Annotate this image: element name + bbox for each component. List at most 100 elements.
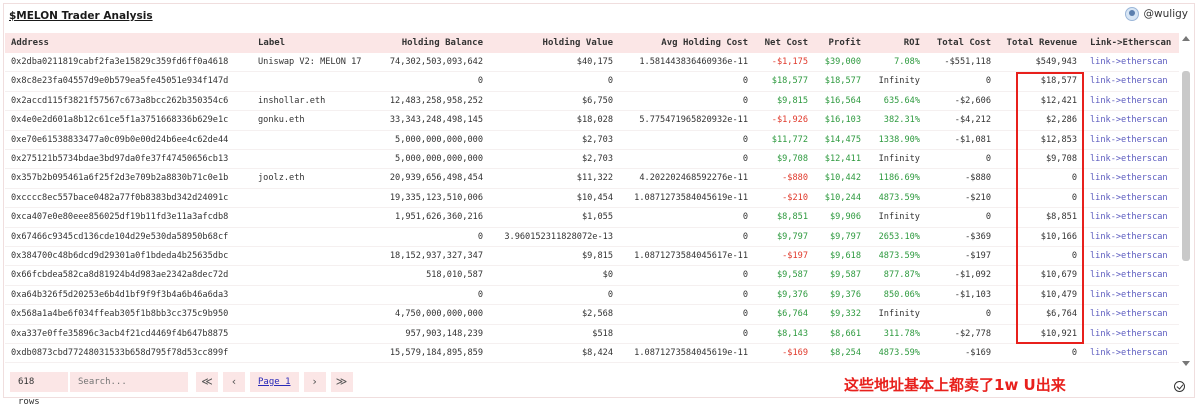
cell-net-cost: $9,797	[776, 231, 808, 242]
col-total-cost[interactable]: Total Cost	[920, 33, 991, 53]
cell-profit: $16,564	[824, 95, 861, 106]
cell-etherscan-link[interactable]: link->etherscan	[1090, 344, 1175, 363]
cell-avg-holding-cost: 0	[742, 328, 748, 339]
cell-net-cost: -$1,175	[771, 57, 808, 67]
cell-address: 0x2dba0211819cabf2fa3e15829c359fd6ff0a46…	[11, 57, 229, 67]
scroll-thumb[interactable]	[1182, 71, 1190, 261]
cell-total-cost: -$369	[965, 231, 991, 242]
cell-avg-holding-cost: 0	[742, 154, 748, 164]
table-footer: 618 rows ≪ ‹ Page 1 › ≫	[10, 372, 353, 407]
cell-net-cost: -$1,926	[771, 115, 808, 126]
cell-address: 0x67466c9345cd136cde104d29e530da58950b68…	[11, 231, 229, 242]
cell-net-cost: $9,815	[776, 95, 808, 106]
cell-label	[258, 325, 358, 344]
cell-roi: 635.64%	[883, 95, 920, 106]
cell-holding-balance: 0	[477, 289, 483, 300]
cell-address: 0xa64b326f5d20253e6b4d1bf9f9f3b4a6b46a6d…	[11, 289, 229, 300]
col-label[interactable]: Label	[258, 33, 285, 53]
col-avg-holding-cost[interactable]: Avg Holding Cost	[615, 33, 748, 53]
cell-roi: 382.31%	[883, 115, 920, 126]
scroll-up-icon[interactable]	[1182, 36, 1190, 41]
cell-etherscan-link[interactable]: link->etherscan	[1090, 169, 1175, 188]
cell-net-cost: -$197	[782, 251, 808, 261]
cell-etherscan-link[interactable]: link->etherscan	[1090, 111, 1175, 130]
cell-holding-balance: 18,152,937,327,347	[389, 251, 483, 261]
cell-roi: 1338.90%	[878, 134, 920, 145]
cell-label	[258, 286, 358, 305]
cell-avg-holding-cost: 5.775471965820932e-11	[639, 115, 748, 126]
cell-avg-holding-cost: 0	[742, 76, 748, 87]
cell-holding-value: $8,424	[581, 348, 613, 358]
cell-etherscan-link[interactable]: link->etherscan	[1090, 150, 1175, 169]
check-circle-icon[interactable]	[1174, 381, 1185, 392]
col-total-revenue[interactable]: Total Revenue	[991, 33, 1077, 53]
col-address[interactable]: Address	[11, 33, 49, 53]
cell-net-cost: -$169	[782, 348, 808, 358]
search-input[interactable]	[70, 372, 188, 392]
cell-etherscan-link[interactable]: link->etherscan	[1090, 228, 1175, 247]
cell-holding-value: 0	[607, 289, 613, 300]
first-page-icon[interactable]: ≪	[196, 372, 218, 392]
cell-net-cost: $18,577	[771, 76, 808, 87]
cell-profit: $9,906	[829, 212, 861, 223]
table-row: 0x8c8e23fa04557d9e0b579ea5fe45051e934f14…	[5, 72, 1179, 92]
cell-label: Uniswap V2: MELON 17	[258, 57, 362, 67]
cell-roi: Infinity	[878, 212, 920, 223]
scroll-down-icon[interactable]	[1182, 361, 1190, 366]
cell-total-cost: -$210	[965, 192, 991, 203]
next-page-icon[interactable]: ›	[303, 372, 326, 392]
vertical-scrollbar[interactable]	[1181, 36, 1191, 366]
cell-holding-balance: 12,483,258,958,252	[389, 95, 483, 106]
cell-etherscan-link[interactable]: link->etherscan	[1090, 286, 1175, 305]
cell-profit: $8,661	[829, 328, 861, 339]
cell-etherscan-link[interactable]: link->etherscan	[1090, 72, 1175, 91]
col-holding-balance[interactable]: Holding Balance	[358, 33, 483, 53]
cell-etherscan-link[interactable]: link->etherscan	[1090, 266, 1175, 285]
cell-profit: $9,797	[829, 231, 861, 242]
cell-etherscan-link[interactable]: link->etherscan	[1090, 53, 1175, 72]
cell-address: 0xe70e61538833477a0c09b0e00d24b6ee4c62de…	[11, 134, 229, 145]
col-holding-value[interactable]: Holding Value	[493, 33, 613, 53]
table-row: 0xe70e61538833477a0c09b0e00d24b6ee4c62de…	[5, 131, 1179, 150]
cell-avg-holding-cost: 1.0871273584045617e-11	[634, 251, 748, 261]
col-net-cost[interactable]: Net Cost	[748, 33, 808, 53]
cell-etherscan-link[interactable]: link->etherscan	[1090, 325, 1175, 344]
page-indicator[interactable]: Page 1	[250, 372, 299, 392]
cell-etherscan-link[interactable]: link->etherscan	[1090, 305, 1175, 324]
table-header: Address Label Holding Balance Holding Va…	[5, 33, 1179, 53]
table-row: 0x4e0e2d601a8b12c61ce5f1a3751668336b629e…	[5, 111, 1179, 131]
col-link-etherscan[interactable]: Link->Etherscan	[1090, 33, 1171, 53]
cell-holding-value: $2,703	[581, 134, 613, 145]
cell-roi: 4873.59%	[878, 348, 920, 358]
last-page-icon[interactable]: ≫	[330, 372, 353, 392]
cell-address: 0x275121b5734bdae3bd97da0fe37f47450656cb…	[11, 154, 229, 164]
cell-net-cost: $9,708	[776, 154, 808, 164]
cell-address: 0x66fcbdea582ca8d81924b4d983ae2342a8dec7…	[11, 270, 229, 281]
cell-roi: 877.87%	[883, 270, 920, 281]
cell-etherscan-link[interactable]: link->etherscan	[1090, 208, 1175, 227]
prev-page-icon[interactable]: ‹	[223, 372, 245, 392]
cell-avg-holding-cost: 0	[742, 231, 748, 242]
cell-total-cost: 0	[985, 76, 991, 87]
cell-etherscan-link[interactable]: link->etherscan	[1090, 92, 1175, 111]
col-profit[interactable]: Profit	[808, 33, 861, 53]
user-badge[interactable]: @wuligy	[1124, 7, 1188, 21]
cell-avg-holding-cost: 0	[742, 309, 748, 320]
cell-holding-value: 3.960152311828072e-13	[504, 231, 613, 242]
cell-label	[258, 150, 358, 169]
cell-etherscan-link[interactable]: link->etherscan	[1090, 131, 1175, 150]
table-row: 0x2dba0211819cabf2fa3e15829c359fd6ff0a46…	[5, 53, 1179, 73]
table-row: 0xca407e0e80eee856025df19b11fd3e11a3afcd…	[5, 208, 1179, 228]
cell-etherscan-link[interactable]: link->etherscan	[1090, 247, 1175, 266]
cell-address: 0x2accd115f3821f57567c673a8bcc262b350354…	[11, 95, 229, 106]
cell-holding-balance: 0	[477, 231, 483, 242]
col-roi[interactable]: ROI	[861, 33, 920, 53]
cell-label	[258, 228, 358, 247]
cell-address: 0x357b2b095461a6f25f2d3e709b2a8830b71c0e…	[11, 173, 229, 184]
table-row: 0x67466c9345cd136cde104d29e530da58950b68…	[5, 228, 1179, 247]
cell-profit: $39,000	[824, 57, 861, 67]
cell-holding-balance: 33,343,248,498,145	[389, 115, 483, 126]
page-title[interactable]: $MELON Trader Analysis	[9, 10, 153, 22]
cell-etherscan-link[interactable]: link->etherscan	[1090, 189, 1175, 208]
cell-avg-holding-cost: 1.581443836460936e-11	[639, 57, 748, 67]
